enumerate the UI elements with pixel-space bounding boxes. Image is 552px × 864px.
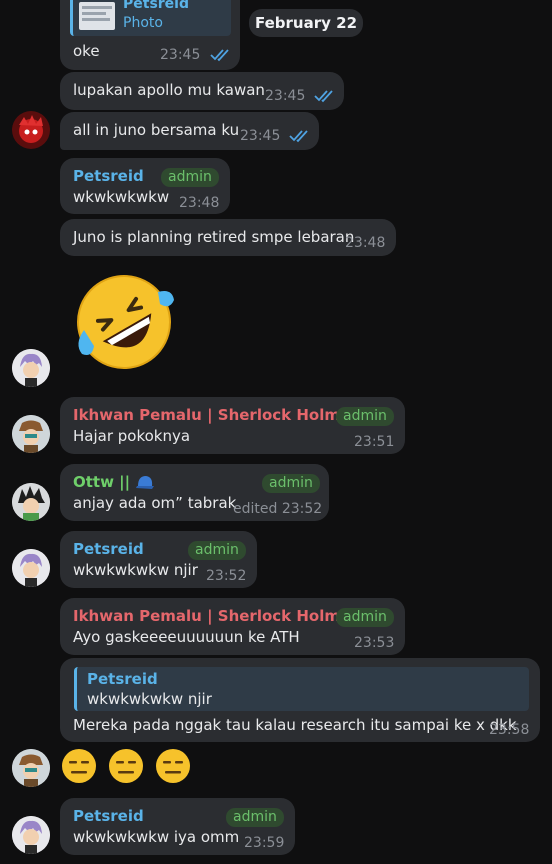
message-bubble[interactable]: Ikhwan Pemalu | Sherlock Holmes admin Ha… xyxy=(60,397,405,454)
sender-name[interactable]: Ikhwan Pemalu | Sherlock Holmes xyxy=(73,607,359,625)
message-bubble[interactable]: all in juno bersama ku 23:45 xyxy=(60,112,319,150)
message-time: 23:59 xyxy=(244,835,285,851)
message-time: 23:45 xyxy=(265,88,306,104)
message-bubble[interactable]: Petsreid admin wkwkwkwkw iya omm 23:59 xyxy=(60,798,295,855)
sender-name[interactable]: Petsreid xyxy=(73,540,144,558)
avatar-image xyxy=(12,349,50,387)
reply-sender-name: Petsreid xyxy=(123,0,190,12)
message-bubble[interactable]: Petsreid admin wkwkwkwkw njir 23:52 xyxy=(60,531,257,588)
message-bubble[interactable]: Juno is planning retired smpe lebaran 23… xyxy=(60,219,396,256)
expressionless-face-icon[interactable] xyxy=(108,748,144,784)
message-text: Mereka pada nggak tau kalau research itu… xyxy=(73,716,517,734)
cap-emoji-icon xyxy=(136,476,154,489)
read-receipt-icon xyxy=(314,90,333,103)
message-bubble[interactable]: Petsreid Photo oke 23:45 xyxy=(60,0,240,70)
reply-quote[interactable]: Petsreid wkwkwkwkw njir xyxy=(74,667,529,711)
message-text: Ayo gaskeeeeuuuuuun ke ATH xyxy=(73,628,300,646)
reply-photo-thumbnail xyxy=(79,2,115,30)
avatar-image xyxy=(12,749,50,787)
admin-badge: admin xyxy=(336,407,394,426)
admin-badge: admin xyxy=(226,808,284,827)
admin-badge: admin xyxy=(188,541,246,560)
message-bubble[interactable]: lupakan apollo mu kawan 23:45 xyxy=(60,72,344,110)
message-time: 23:48 xyxy=(179,195,220,211)
admin-badge: admin xyxy=(336,608,394,627)
read-receipt-icon xyxy=(289,130,308,143)
message-bubble[interactable]: Ikhwan Pemalu | Sherlock Holmes admin Ay… xyxy=(60,598,405,655)
read-receipt-icon xyxy=(210,49,229,62)
message-bubble[interactable]: Ottw || admin anjay ada om” tabrak edite… xyxy=(60,464,329,521)
message-time: edited 23:52 xyxy=(233,501,323,517)
message-time: 23:51 xyxy=(354,434,395,450)
avatar-image xyxy=(12,816,50,854)
message-time: 23:45 xyxy=(240,128,281,144)
avatar[interactable] xyxy=(12,349,50,387)
sender-name[interactable]: Petsreid xyxy=(73,167,144,185)
avatar-image xyxy=(12,415,50,453)
message-text: Hajar pokoknya xyxy=(73,427,191,445)
avatar[interactable] xyxy=(12,415,50,453)
message-time: 23:52 xyxy=(206,568,247,584)
message-text: anjay ada om” tabrak xyxy=(73,494,237,512)
rolling-laughing-emoji-icon[interactable] xyxy=(70,268,178,372)
message-text: wkwkwkwkw iya omm xyxy=(73,828,240,846)
reply-subtitle: Photo xyxy=(123,15,163,31)
avatar[interactable] xyxy=(12,111,50,149)
message-time: 23:48 xyxy=(345,235,386,251)
reply-sender-name: Petsreid xyxy=(87,670,158,688)
message-text: Juno is planning retired smpe lebaran xyxy=(73,228,355,246)
expressionless-face-icon[interactable] xyxy=(61,748,97,784)
message-text: oke xyxy=(73,42,100,60)
sender-name[interactable]: Petsreid xyxy=(73,807,144,825)
message-time: 23:58 xyxy=(489,722,530,738)
avatar[interactable] xyxy=(12,549,50,587)
avatar-image xyxy=(12,111,50,149)
admin-badge: admin xyxy=(262,474,320,493)
message-text: all in juno bersama ku xyxy=(73,121,240,139)
avatar-image xyxy=(12,483,50,521)
message-text: wkwkwkwkw xyxy=(73,188,170,206)
expressionless-face-icon[interactable] xyxy=(155,748,191,784)
sender-name[interactable]: Ottw || xyxy=(73,473,130,491)
avatar-image xyxy=(12,549,50,587)
message-time: 23:45 xyxy=(160,47,201,63)
message-bubble[interactable]: Petsreid admin wkwkwkwkw 23:48 xyxy=(60,158,230,214)
sender-name[interactable]: Ikhwan Pemalu | Sherlock Holmes xyxy=(73,406,359,424)
message-time: 23:53 xyxy=(354,635,395,651)
avatar[interactable] xyxy=(12,483,50,521)
date-pill: February 22 xyxy=(249,9,363,37)
message-text: wkwkwkwkw njir xyxy=(73,561,198,579)
avatar[interactable] xyxy=(12,749,50,787)
reply-quote[interactable]: Petsreid Photo xyxy=(70,0,231,36)
avatar[interactable] xyxy=(12,816,50,854)
admin-badge: admin xyxy=(161,168,219,187)
message-bubble[interactable]: Petsreid wkwkwkwkw njir Mereka pada ngga… xyxy=(60,658,540,742)
reply-text: wkwkwkwkw njir xyxy=(87,690,212,708)
date-pill-text: February 22 xyxy=(254,14,358,32)
message-text: lupakan apollo mu kawan xyxy=(73,81,265,99)
